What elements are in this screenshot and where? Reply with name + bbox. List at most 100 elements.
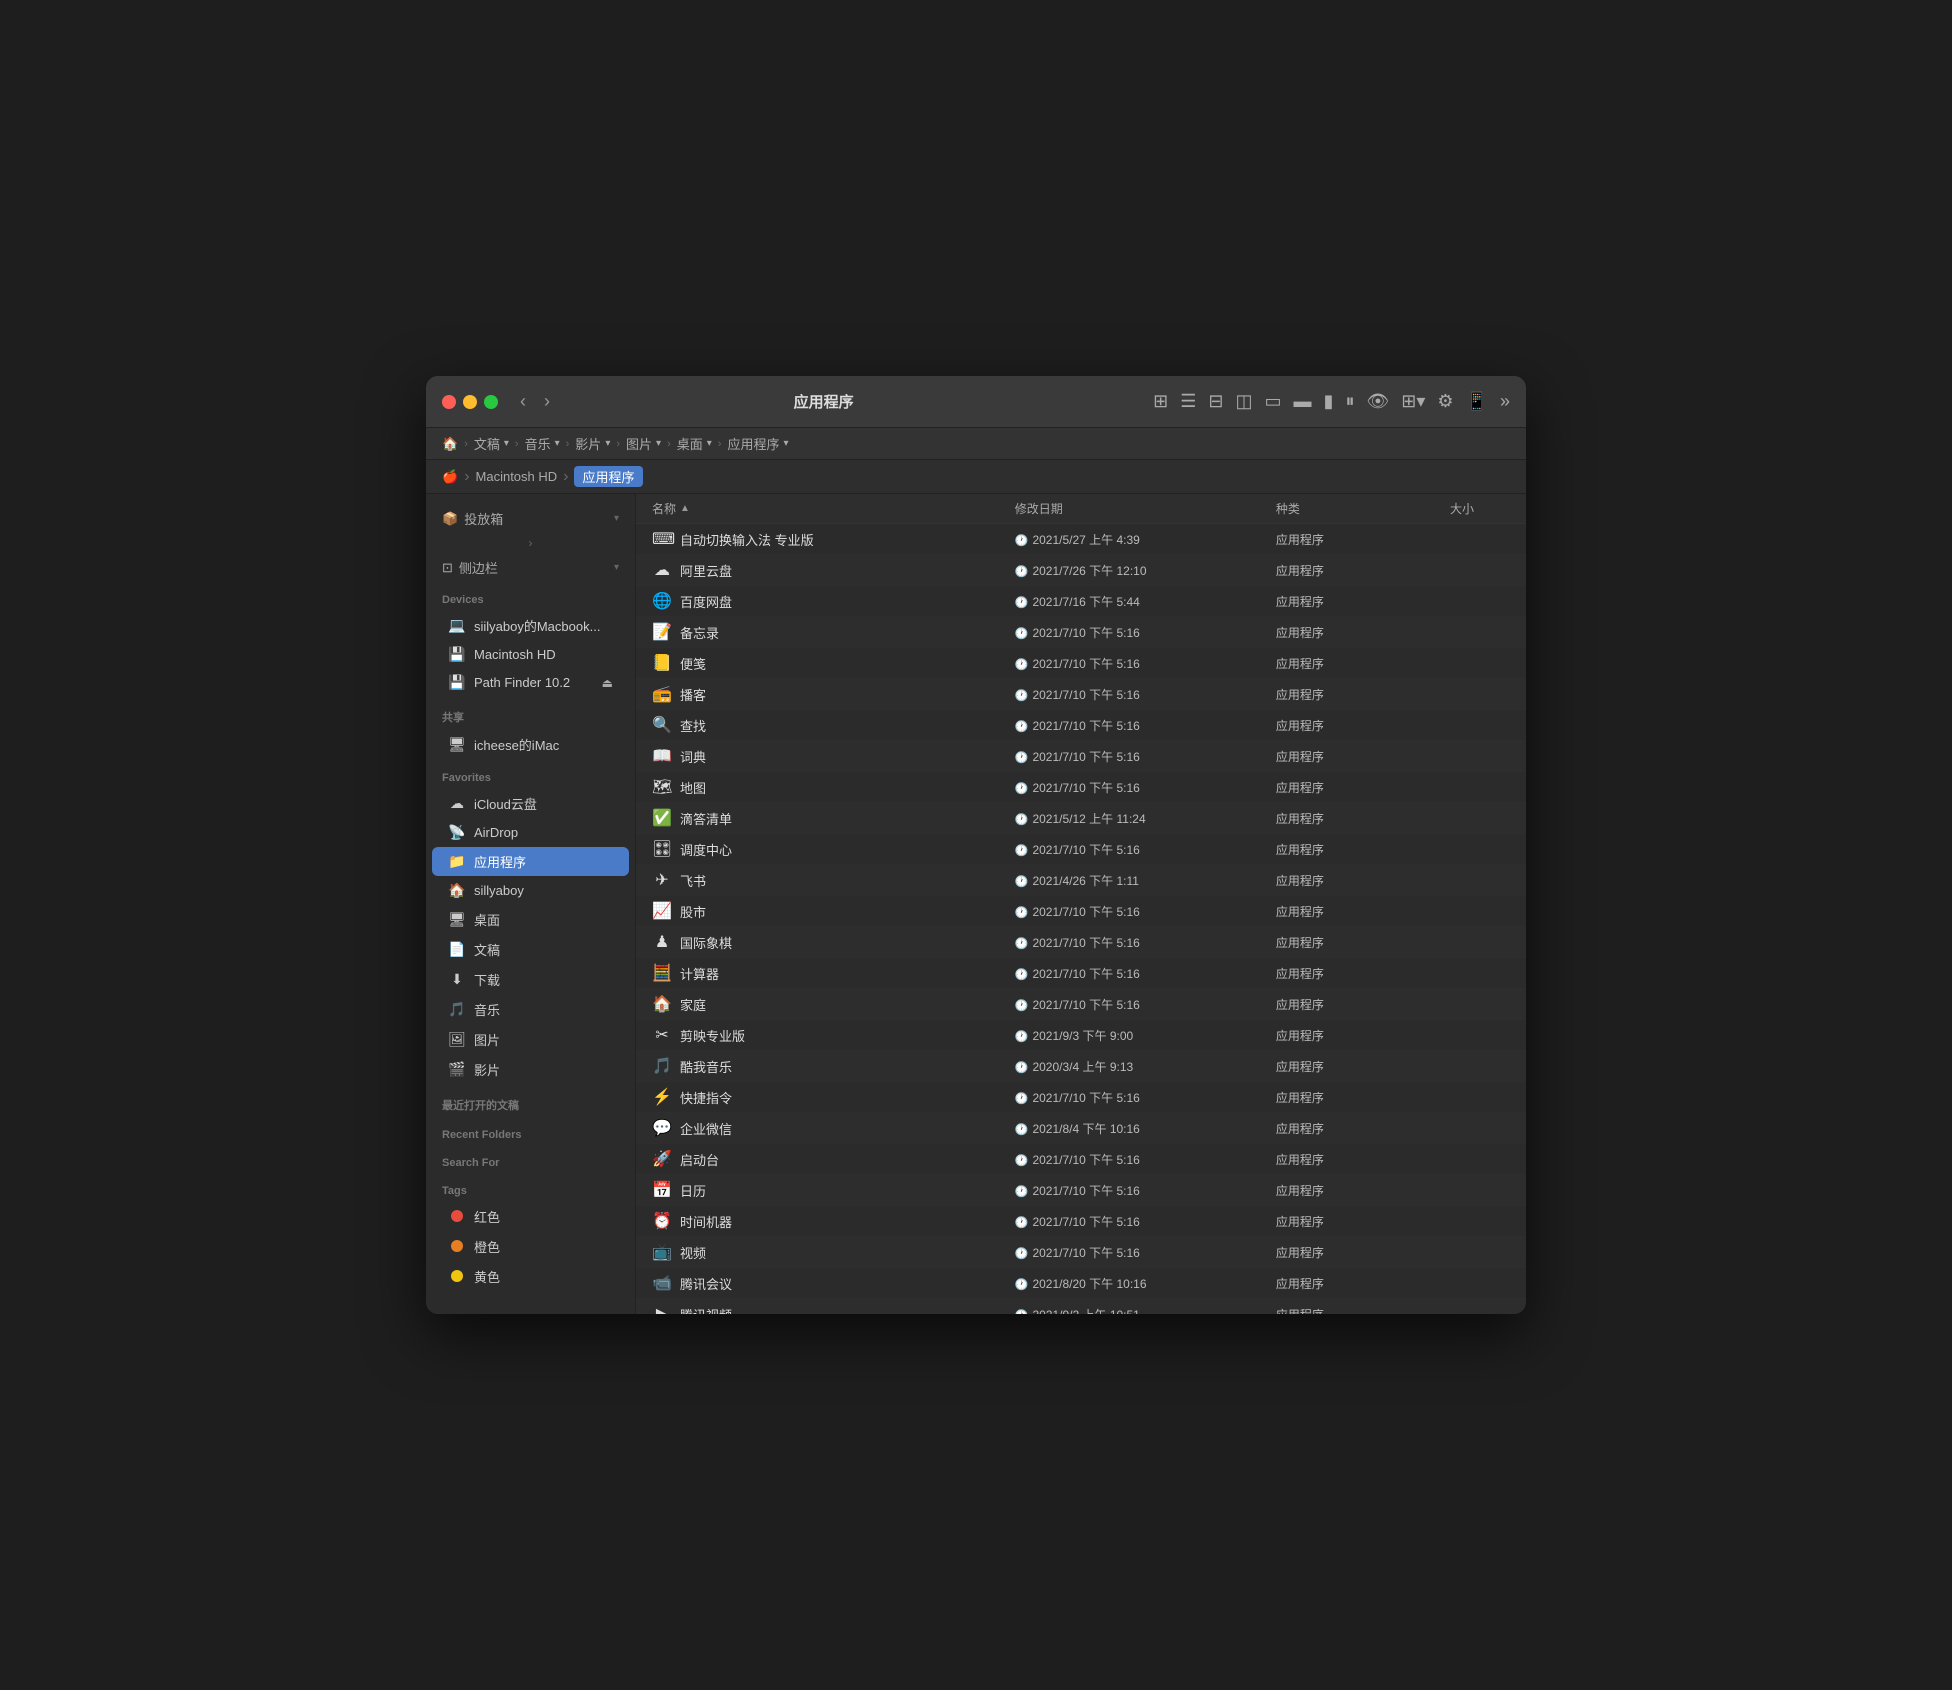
close-button[interactable] (442, 395, 456, 409)
table-row[interactable]: 🎛 调度中心 🕐2021/7/10 下午 5:16 应用程序 (636, 834, 1526, 865)
file-name-cell: ▶ 腾讯视频 (652, 1304, 1015, 1314)
table-row[interactable]: ⏰ 时间机器 🕐2021/7/10 下午 5:16 应用程序 (636, 1206, 1526, 1237)
col-kind[interactable]: 种类 (1276, 500, 1450, 517)
sidebar-item-pictures[interactable]: 🖼 图片 (432, 1025, 629, 1054)
table-row[interactable]: ⚡ 快捷指令 🕐2021/7/10 下午 5:16 应用程序 (636, 1082, 1526, 1113)
sidebar-item-tag-yellow[interactable]: 黄色 (432, 1262, 629, 1291)
table-row[interactable]: 🔍 查找 🕐2021/7/10 下午 5:16 应用程序 (636, 710, 1526, 741)
section-title-favorites: Favorites (426, 768, 635, 788)
icon-list[interactable]: ☰ (1180, 391, 1196, 412)
bc-macintosh[interactable]: Macintosh HD (476, 469, 558, 484)
sidebar-item-movies[interactable]: 🎬 影片 (432, 1055, 629, 1084)
file-kind: 应用程序 (1276, 1213, 1450, 1230)
pathbar-movies[interactable]: 影片 ▾ (575, 434, 610, 453)
bc-apple[interactable]: 🍎 (442, 469, 458, 485)
icon-pause[interactable]: ⏸ (1345, 391, 1354, 412)
table-row[interactable]: ✈ 飞书 🕐2021/4/26 下午 1:11 应用程序 (636, 865, 1526, 896)
col-date[interactable]: 修改日期 (1015, 500, 1276, 517)
file-icon: 🧮 (652, 963, 672, 983)
table-row[interactable]: 📻 播客 🕐2021/7/10 下午 5:16 应用程序 (636, 679, 1526, 710)
pathbar-documents[interactable]: 文稿 ▾ (474, 434, 509, 453)
sidebar-item-macintosh[interactable]: 💾 Macintosh HD (432, 641, 629, 668)
icon-view2[interactable]: ▭ (1265, 391, 1282, 412)
pathbar-pictures[interactable]: 图片 ▾ (626, 434, 661, 453)
col-size[interactable]: 大小 (1450, 500, 1510, 517)
file-kind: 应用程序 (1276, 717, 1450, 734)
table-row[interactable]: 🏠 家庭 🕐2021/7/10 下午 5:16 应用程序 (636, 989, 1526, 1020)
table-row[interactable]: 📈 股市 🕐2021/7/10 下午 5:16 应用程序 (636, 896, 1526, 927)
table-row[interactable]: 🧮 计算器 🕐2021/7/10 下午 5:16 应用程序 (636, 958, 1526, 989)
file-name: 日历 (680, 1181, 706, 1200)
file-icon: 📖 (652, 746, 672, 766)
table-row[interactable]: 📖 词典 🕐2021/7/10 下午 5:16 应用程序 (636, 741, 1526, 772)
col-name[interactable]: 名称 ▲ (652, 500, 1015, 517)
table-row[interactable]: 📺 视频 🕐2021/7/10 下午 5:16 应用程序 (636, 1237, 1526, 1268)
table-row[interactable]: ✅ 滴答清单 🕐2021/5/12 上午 11:24 应用程序 (636, 803, 1526, 834)
table-row[interactable]: 📹 腾讯会议 🕐2021/8/20 下午 10:16 应用程序 (636, 1268, 1526, 1299)
clock-icon: 🕐 (1015, 969, 1029, 981)
icon-arrange[interactable]: ⊞▾ (1401, 391, 1425, 412)
sidebar-item-macbook[interactable]: 💻 siilyaboy的Macbook... (432, 611, 629, 640)
table-row[interactable]: 🎵 酷我音乐 🕐2020/3/4 上午 9:13 应用程序 (636, 1051, 1526, 1082)
table-row[interactable]: 💬 企业微信 🕐2021/8/4 下午 10:16 应用程序 (636, 1113, 1526, 1144)
section-title-sharing: 共享 (426, 705, 635, 729)
pathbar-music[interactable]: 音乐 ▾ (525, 434, 560, 453)
file-name-cell: ♟ 国际象棋 (652, 932, 1015, 952)
sidebar-item-downloads[interactable]: ⬇ 下载 (432, 965, 629, 994)
finder-window: ‹ › 应用程序 ⊞ ☰ ⊟ ◫ ▭ ▬ ▮ ⏸ 👁 ⊞▾ ⚙ 📱 » 🏠 › … (426, 376, 1526, 1314)
minimize-button[interactable] (463, 395, 477, 409)
icon-more[interactable]: » (1500, 391, 1510, 412)
icon-gallery[interactable]: ◫ (1236, 391, 1253, 412)
sidebar-item-icloud[interactable]: ☁ iCloud云盘 (432, 789, 629, 818)
maximize-button[interactable] (484, 395, 498, 409)
icon-view3[interactable]: ▬ (1294, 391, 1312, 412)
sidebar-item-documents[interactable]: 📄 文稿 (432, 935, 629, 964)
file-kind: 应用程序 (1276, 1027, 1450, 1044)
sidebar-item-tag-orange[interactable]: 橙色 (432, 1232, 629, 1261)
icon-columns[interactable]: ⊟ (1208, 391, 1223, 412)
sidebar-expand-btn[interactable]: › (434, 533, 627, 553)
table-row[interactable]: ✂ 剪映专业版 🕐2021/9/3 下午 9:00 应用程序 (636, 1020, 1526, 1051)
bc-apps-active[interactable]: 应用程序 (574, 466, 642, 487)
table-row[interactable]: ♟ 国际象棋 🕐2021/7/10 下午 5:16 应用程序 (636, 927, 1526, 958)
file-name: 阿里云盘 (680, 561, 732, 580)
sidebar-item-home[interactable]: 🏠 sillyaboy (432, 877, 629, 904)
table-row[interactable]: 📅 日历 🕐2021/7/10 下午 5:16 应用程序 (636, 1175, 1526, 1206)
sidebar-item-apps[interactable]: 📁 应用程序 (432, 847, 629, 876)
file-kind: 应用程序 (1276, 996, 1450, 1013)
sidebar-item-tag-red[interactable]: 红色 (432, 1202, 629, 1231)
file-date: 🕐2021/7/10 下午 5:16 (1015, 965, 1276, 982)
eject-icon[interactable]: ⏏ (602, 676, 613, 690)
icon-settings[interactable]: ⚙ (1437, 391, 1453, 412)
sidebar-projector-btn[interactable]: 📦 投放箱 ▾ (434, 506, 627, 531)
traffic-lights (442, 395, 498, 409)
pathbar-home[interactable]: 🏠 (442, 436, 458, 452)
sidebar: 📦 投放箱 ▾ › ⊡ 侧边栏 ▾ Devices 💻 siilya (426, 494, 636, 1314)
sidebar-item-music[interactable]: 🎵 音乐 (432, 995, 629, 1024)
file-name-cell: 🚀 启动台 (652, 1149, 1015, 1169)
table-row[interactable]: 🚀 启动台 🕐2021/7/10 下午 5:16 应用程序 (636, 1144, 1526, 1175)
table-row[interactable]: 📝 备忘录 🕐2021/7/10 下午 5:16 应用程序 (636, 617, 1526, 648)
file-icon: 📺 (652, 1242, 672, 1262)
table-row[interactable]: 🌐 百度网盘 🕐2021/7/16 下午 5:44 应用程序 (636, 586, 1526, 617)
table-row[interactable]: ☁ 阿里云盘 🕐2021/7/26 下午 12:10 应用程序 (636, 555, 1526, 586)
table-row[interactable]: 📒 便笺 🕐2021/7/10 下午 5:16 应用程序 (636, 648, 1526, 679)
sidebar-item-pathfinder[interactable]: 💾 Path Finder 10.2 ⏏ (432, 669, 629, 696)
file-date: 🕐2021/7/10 下午 5:16 (1015, 1182, 1276, 1199)
table-row[interactable]: 🗺 地图 🕐2021/7/10 下午 5:16 应用程序 (636, 772, 1526, 803)
icon-grid[interactable]: ⊞ (1153, 391, 1168, 412)
pathbar-apps[interactable]: 应用程序 ▾ (727, 434, 788, 453)
clock-icon: 🕐 (1015, 659, 1029, 671)
sidebar-item-imac[interactable]: 🖥 icheese的iMac (432, 730, 629, 759)
icon-device[interactable]: 📱 (1466, 391, 1488, 412)
sidebar-item-desktop[interactable]: 🖥 桌面 (432, 905, 629, 934)
pathbar-desktop[interactable]: 桌面 ▾ (677, 434, 712, 453)
icon-view4[interactable]: ▮ (1324, 391, 1334, 412)
icon-preview[interactable]: 👁 (1366, 391, 1389, 412)
table-row[interactable]: ▶ 腾讯视频 🕐2021/9/2 上午 10:51 应用程序 (636, 1299, 1526, 1314)
table-row[interactable]: ⌨ 自动切换输入法 专业版 🕐2021/5/27 上午 4:39 应用程序 (636, 524, 1526, 555)
file-name: 调度中心 (680, 840, 732, 859)
file-name-cell: 🗺 地图 (652, 777, 1015, 797)
sidebar-item-airdrop[interactable]: 📡 AirDrop (432, 819, 629, 846)
sidebar-sidebar-btn[interactable]: ⊡ 侧边栏 ▾ (434, 555, 627, 580)
